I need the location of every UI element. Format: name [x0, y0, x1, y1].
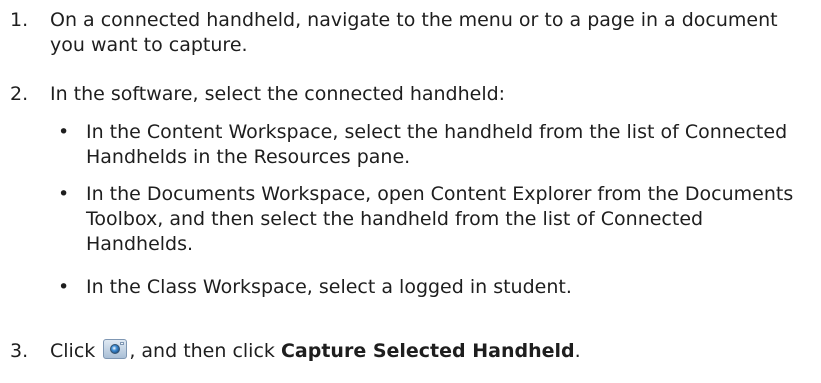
camera-flash: [120, 342, 125, 345]
then-click-label: , and then click: [129, 340, 275, 362]
step-2: 2. In the software, select the connected…: [10, 82, 801, 107]
instructions-document: 1. On a connected handheld, navigate to …: [0, 0, 821, 383]
bullet-item-documents-workspace: • In the Documents Workspace, open Conte…: [58, 182, 801, 257]
bullet-item-content-workspace: • In the Content Workspace, select the h…: [58, 120, 801, 170]
camera-lens: [110, 344, 121, 354]
step-3: 3. Click , and then click Capture Select…: [10, 339, 801, 364]
bullet-text: In the Content Workspace, select the han…: [86, 121, 788, 168]
step-number: 1.: [10, 9, 29, 31]
capture-selected-handheld-label: Capture Selected Handheld: [280, 340, 575, 362]
step-text: In the software, select the connected ha…: [50, 83, 506, 105]
bullet-text: In the Class Workspace, select a logged …: [86, 276, 572, 298]
click-label: Click: [50, 340, 96, 362]
step-number: 2.: [10, 83, 29, 105]
bullet-icon: •: [58, 183, 70, 205]
capture-screen-camera-icon: [103, 339, 128, 359]
bullet-text: In the Documents Workspace, open Content…: [86, 183, 794, 255]
step-text: On a connected handheld, navigate to the…: [50, 9, 778, 56]
bullet-icon: •: [58, 121, 70, 143]
step-number: 3.: [10, 340, 29, 362]
step-1: 1. On a connected handheld, navigate to …: [10, 8, 801, 58]
step-text: Click , and then click Capture Selected …: [50, 339, 801, 364]
bullet-icon: •: [58, 276, 70, 298]
bullet-item-class-workspace: • In the Class Workspace, select a logge…: [58, 275, 801, 300]
period: .: [574, 340, 581, 362]
